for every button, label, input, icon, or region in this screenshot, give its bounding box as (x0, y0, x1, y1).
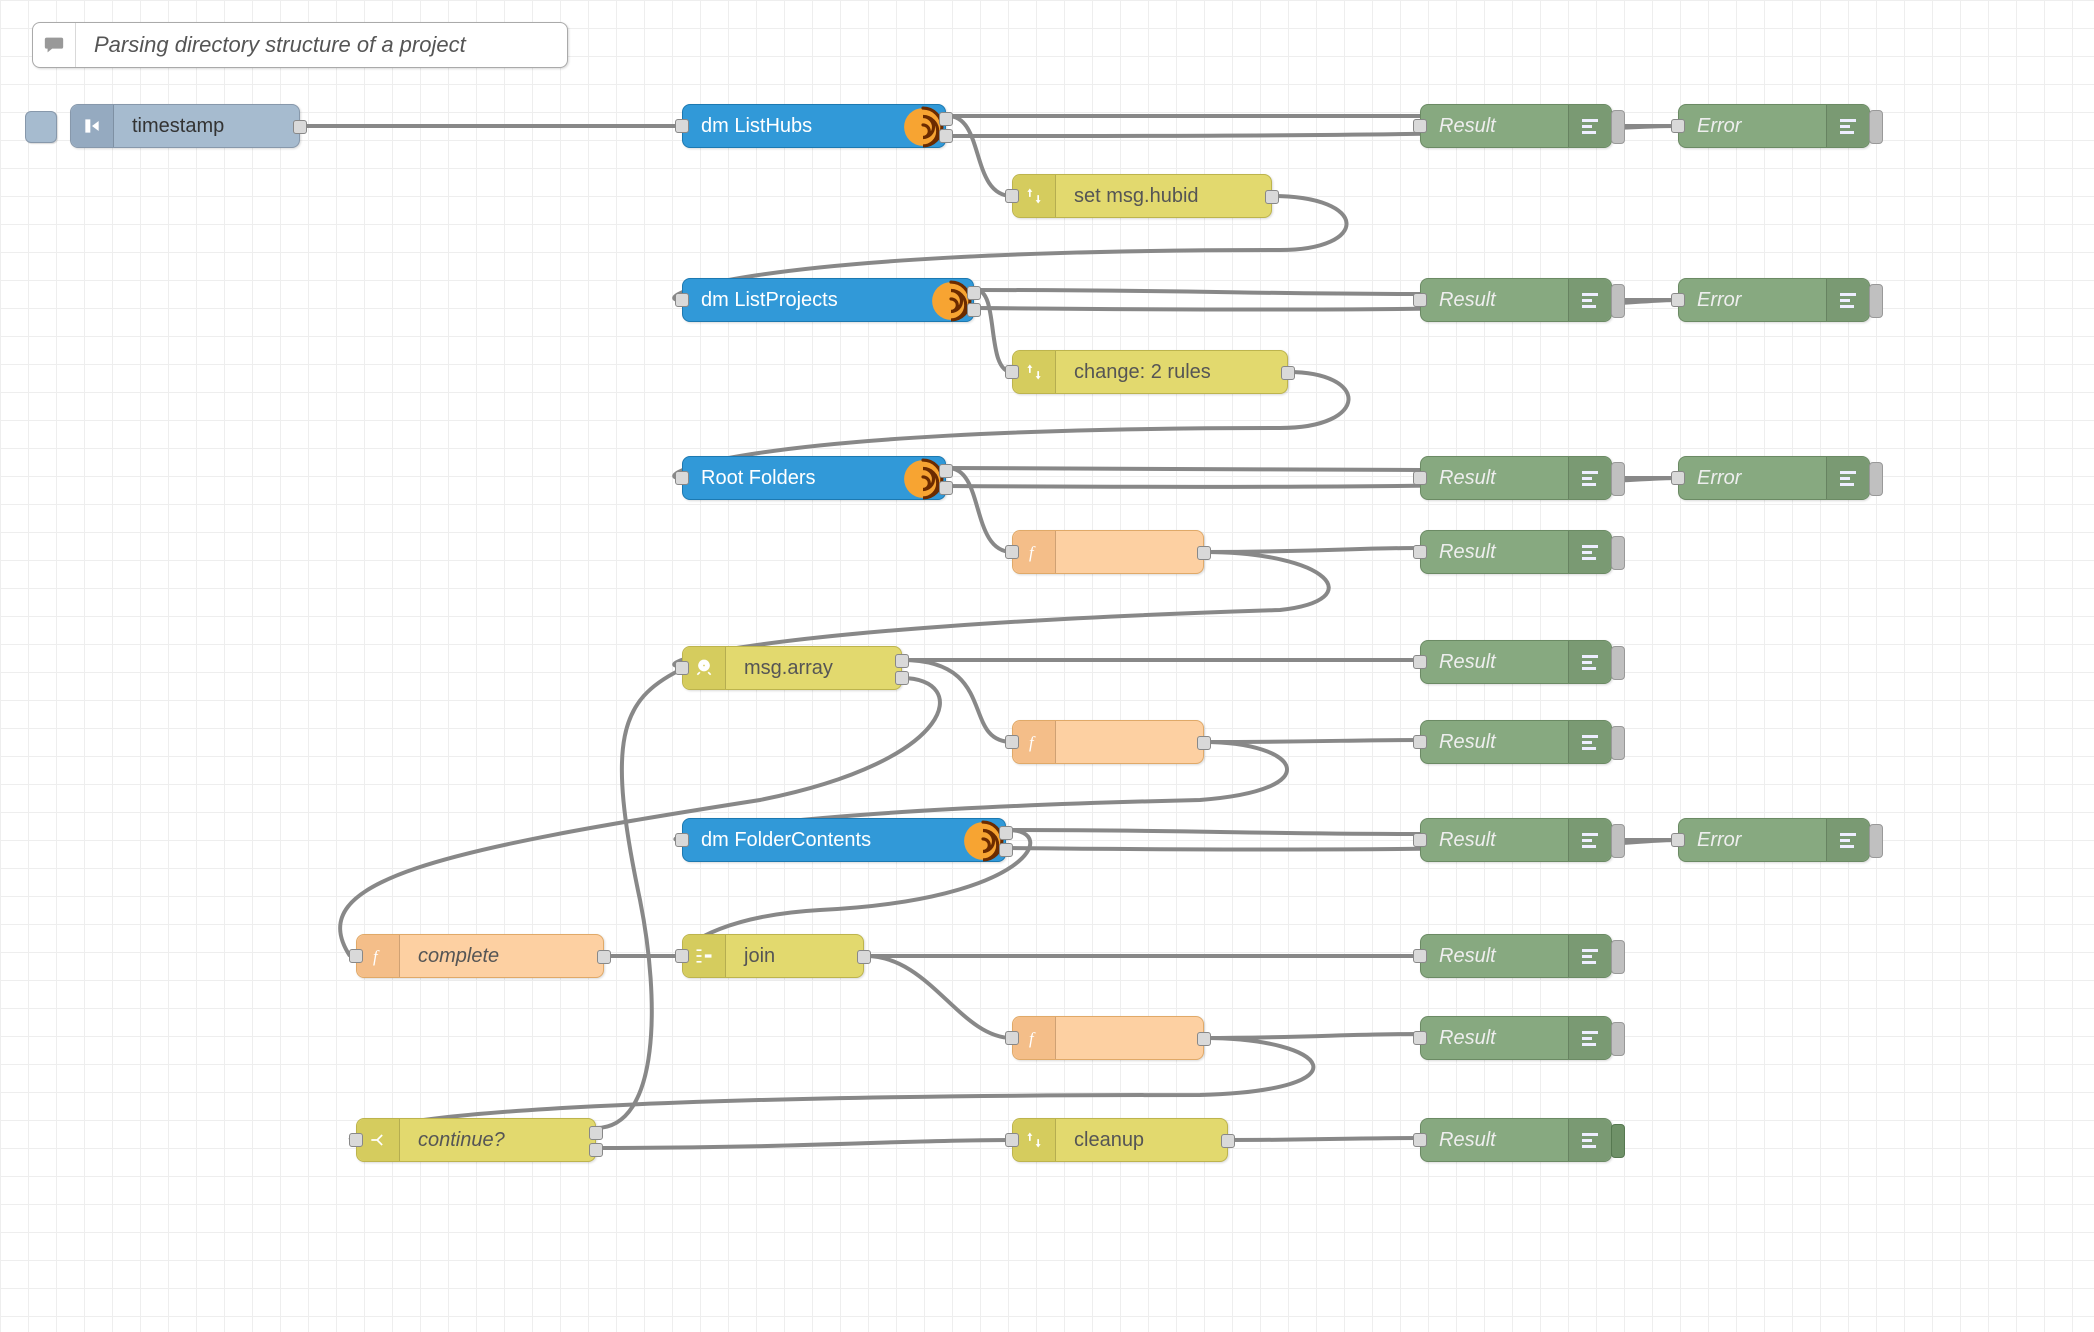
change-icon (1013, 175, 1056, 217)
inject-button[interactable] (25, 111, 57, 143)
debug-icon (1568, 721, 1611, 763)
split-msg-array-label: msg.array (726, 657, 901, 680)
inject-icon (71, 105, 114, 147)
comment-node[interactable]: Parsing directory structure of a project (32, 22, 568, 68)
debug-icon (1568, 641, 1611, 683)
function-icon: f (1013, 1017, 1056, 1059)
forge-swirl-icon (902, 106, 944, 148)
function-node-3[interactable]: f (1012, 1016, 1204, 1060)
debug-icon (1826, 279, 1869, 321)
debug-result-9[interactable]: Result (1420, 1016, 1612, 1060)
debug-icon (1568, 819, 1611, 861)
join-icon (683, 935, 726, 977)
debug-error-1[interactable]: Error (1678, 104, 1870, 148)
debug-result-3[interactable]: Result (1420, 456, 1612, 500)
function-icon: f (1013, 531, 1056, 573)
debug-icon (1568, 1119, 1611, 1161)
switch-continue-label: continue? (400, 1129, 595, 1152)
debug-icon (1568, 1017, 1611, 1059)
debug-result-5[interactable]: Result (1420, 640, 1612, 684)
join-label: join (726, 945, 863, 968)
change-set-hubid[interactable]: set msg.hubid (1012, 174, 1272, 218)
split-icon (683, 647, 726, 689)
change-set-hubid-label: set msg.hubid (1056, 185, 1271, 208)
change-cleanup[interactable]: cleanup (1012, 1118, 1228, 1162)
debug-error-4[interactable]: Error (1678, 818, 1870, 862)
change-icon (1013, 351, 1056, 393)
svg-text:f: f (373, 947, 380, 966)
debug-icon (1568, 935, 1611, 977)
svg-text:f: f (1029, 543, 1036, 562)
forge-swirl-icon (902, 458, 944, 500)
inject-label: timestamp (114, 115, 299, 138)
change-2-rules[interactable]: change: 2 rules (1012, 350, 1288, 394)
svg-text:f: f (1029, 733, 1036, 752)
debug-result-4[interactable]: Result (1420, 530, 1612, 574)
debug-icon (1568, 279, 1611, 321)
join-node[interactable]: join (682, 934, 864, 978)
debug-icon (1826, 457, 1869, 499)
debug-error-2[interactable]: Error (1678, 278, 1870, 322)
debug-icon (1568, 457, 1611, 499)
change-icon (1013, 1119, 1056, 1161)
inject-node-timestamp[interactable]: timestamp (70, 104, 300, 148)
function-icon: f (1013, 721, 1056, 763)
debug-icon (1826, 105, 1869, 147)
split-msg-array[interactable]: msg.array (682, 646, 902, 690)
change-2-rules-label: change: 2 rules (1056, 361, 1287, 384)
function-node-2[interactable]: f (1012, 720, 1204, 764)
function-complete-label: complete (400, 945, 603, 968)
debug-icon (1568, 105, 1611, 147)
forge-swirl-icon (962, 820, 1004, 862)
change-cleanup-label: cleanup (1056, 1129, 1227, 1152)
forge-folder-contents[interactable]: dm FolderContents (682, 818, 1006, 862)
comment-text: Parsing directory structure of a project (76, 32, 567, 58)
debug-result-6[interactable]: Result (1420, 720, 1612, 764)
switch-icon (357, 1119, 400, 1161)
nodes-layer: Parsing directory structure of a project… (0, 0, 2094, 1332)
debug-icon (1826, 819, 1869, 861)
switch-continue[interactable]: continue? (356, 1118, 596, 1162)
debug-result-7[interactable]: Result (1420, 818, 1612, 862)
svg-text:f: f (1029, 1029, 1036, 1048)
debug-icon (1568, 531, 1611, 573)
debug-result-2[interactable]: Result (1420, 278, 1612, 322)
forge-list-hubs[interactable]: dm ListHubs (682, 104, 946, 148)
forge-root-folders[interactable]: Root Folders (682, 456, 946, 500)
forge-folder-contents-label: dm FolderContents (683, 829, 1005, 852)
function-complete[interactable]: f complete (356, 934, 604, 978)
function-icon: f (357, 935, 400, 977)
forge-swirl-icon (930, 280, 972, 322)
debug-result-8[interactable]: Result (1420, 934, 1612, 978)
debug-result-1[interactable]: Result (1420, 104, 1612, 148)
comment-icon (33, 23, 76, 67)
function-node-1[interactable]: f (1012, 530, 1204, 574)
forge-list-projects[interactable]: dm ListProjects (682, 278, 974, 322)
debug-error-3[interactable]: Error (1678, 456, 1870, 500)
debug-result-10[interactable]: Result (1420, 1118, 1612, 1162)
